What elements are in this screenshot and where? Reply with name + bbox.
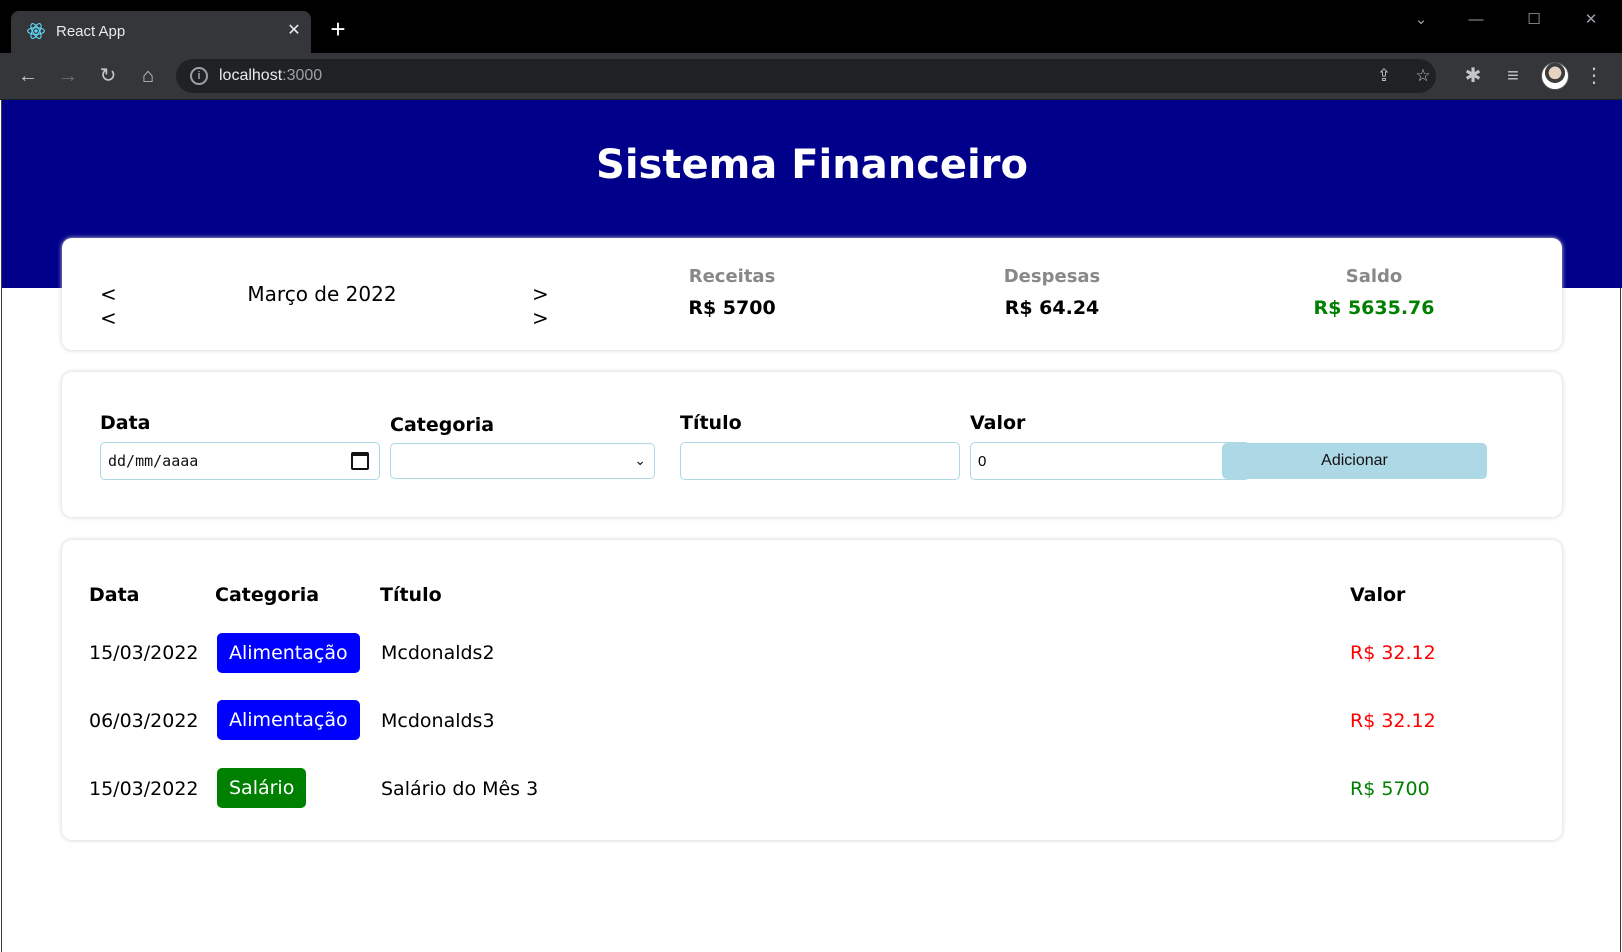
date-label: Data — [100, 412, 151, 434]
tab-search-icon[interactable]: ⌄ — [1401, 8, 1441, 32]
expense-summary: Despesas R$ 64.24 — [952, 266, 1152, 319]
close-window-icon[interactable]: ✕ — [1571, 8, 1611, 32]
page-content: Sistema Financeiro < < Março de 2022 > >… — [1, 100, 1622, 952]
bookmark-star-icon[interactable]: ☆ — [1412, 65, 1434, 87]
url-host: localhost — [219, 67, 283, 84]
page-title: Sistema Financeiro — [596, 142, 1028, 188]
forward-icon[interactable]: → — [55, 63, 81, 89]
date-placeholder: dd/mm/aaaa — [108, 452, 199, 470]
income-summary: Receitas R$ 5700 — [632, 266, 832, 319]
next-month-button[interactable]: > > — [532, 282, 562, 330]
back-icon[interactable]: ← — [15, 63, 41, 89]
extensions-icon[interactable]: ✱ — [1460, 63, 1486, 89]
header-value: Valor — [1350, 584, 1406, 606]
row-value: R$ 32.12 — [1350, 710, 1436, 732]
profile-avatar[interactable] — [1541, 62, 1569, 90]
calendar-icon[interactable] — [351, 452, 369, 470]
header-category: Categoria — [215, 584, 320, 606]
date-input[interactable]: dd/mm/aaaa — [100, 442, 380, 480]
value-label: Valor — [970, 412, 1026, 434]
category-badge: Salário — [217, 768, 307, 808]
url-port: :3000 — [282, 67, 323, 84]
category-badge: Alimentação — [217, 700, 360, 740]
title-input[interactable] — [680, 442, 960, 480]
info-area: < < Março de 2022 > > Receitas R$ 5700 D… — [62, 238, 1562, 350]
prev-month-button[interactable]: < < — [100, 282, 130, 330]
input-area: Data dd/mm/aaaa Categoria ⌄ Título Valor… — [62, 372, 1562, 517]
balance-value: R$ 5635.76 — [1313, 297, 1435, 319]
income-title: Receitas — [688, 266, 776, 287]
browser-toolbar: ← → ↻ ⌂ i localhost:3000 ⇪ ☆ ✱ ≡ ⋮ — [0, 53, 1622, 100]
expense-value: R$ 64.24 — [1004, 297, 1100, 319]
category-select[interactable]: ⌄ — [390, 443, 655, 479]
menu-kebab-icon[interactable]: ⋮ — [1581, 63, 1607, 89]
row-value: R$ 5700 — [1350, 778, 1430, 800]
minimize-icon[interactable]: — — [1456, 8, 1496, 32]
home-icon[interactable]: ⌂ — [135, 63, 161, 89]
chevron-down-icon: ⌄ — [634, 452, 646, 468]
media-control-icon[interactable]: ≡ — [1500, 63, 1526, 89]
category-badge: Alimentação — [217, 633, 360, 673]
header-date: Data — [89, 584, 140, 606]
row-date: 15/03/2022 — [89, 642, 199, 664]
maximize-icon[interactable]: ☐ — [1514, 8, 1554, 32]
income-value: R$ 5700 — [688, 297, 776, 319]
share-icon[interactable]: ⇪ — [1373, 65, 1395, 87]
row-date: 06/03/2022 — [89, 710, 199, 732]
react-logo-icon — [27, 23, 45, 39]
site-info-icon[interactable]: i — [190, 67, 208, 85]
title-label: Título — [680, 412, 742, 434]
row-title: Salário do Mês 3 — [381, 778, 539, 800]
new-tab-icon[interactable]: + — [326, 16, 350, 42]
browser-tab[interactable]: React App ✕ — [11, 11, 311, 53]
row-title: Mcdonalds2 — [381, 642, 495, 664]
row-value: R$ 32.12 — [1350, 642, 1436, 664]
add-button[interactable]: Adicionar — [1222, 443, 1487, 479]
header-title: Título — [380, 584, 442, 606]
reload-icon[interactable]: ↻ — [95, 63, 121, 89]
expense-title: Despesas — [1003, 266, 1101, 287]
category-field: Categoria — [390, 414, 494, 436]
row-title: Mcdonalds3 — [381, 710, 495, 732]
category-label: Categoria — [390, 414, 495, 436]
address-bar[interactable]: i localhost:3000 ⇪ ☆ — [176, 59, 1436, 93]
transactions-table: Data Categoria Título Valor 15/03/2022 A… — [62, 540, 1562, 840]
row-date: 15/03/2022 — [89, 778, 199, 800]
value-input[interactable]: 0 — [970, 442, 1250, 480]
address-url[interactable]: localhost:3000 — [219, 67, 322, 85]
month-title: Março de 2022 — [247, 282, 397, 306]
tab-title: React App — [56, 23, 126, 40]
browser-tabbar: React App ✕ + ⌄ — ☐ ✕ — [0, 0, 1622, 53]
value-input-value: 0 — [978, 452, 987, 470]
balance-title: Saldo — [1345, 266, 1403, 287]
tab-close-icon[interactable]: ✕ — [283, 20, 305, 42]
title-field: Título — [680, 412, 742, 434]
balance-summary: Saldo R$ 5635.76 — [1274, 266, 1474, 319]
date-field: Data — [100, 412, 151, 434]
value-field: Valor — [970, 412, 1025, 434]
